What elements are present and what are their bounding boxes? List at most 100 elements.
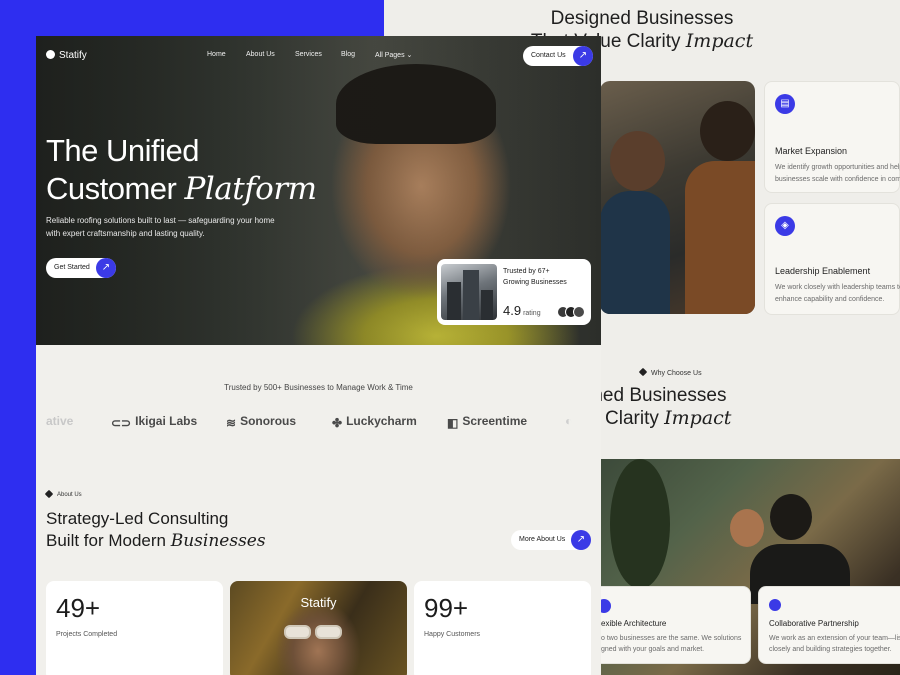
trust-line2: Growing Businesses	[503, 279, 567, 286]
about-us-label: About Us	[57, 492, 82, 498]
photo-card-label: Statify	[300, 595, 337, 610]
rating-label: rating	[523, 310, 541, 317]
brand-logo-ative: ative	[46, 414, 74, 428]
hero-title-line1: The Unified	[46, 133, 200, 168]
stat-value: 49+	[56, 593, 101, 623]
hero-title: The Unified Customer Platform	[46, 132, 317, 208]
layers-icon: ◈	[775, 216, 795, 236]
person-head-1	[610, 131, 665, 191]
top-nav: Statify Home About Us Services Blog All …	[36, 36, 601, 76]
sunglasses-shape	[280, 625, 346, 639]
back-heading-italic: Impact	[685, 30, 754, 52]
front-page: Statify Home About Us Services Blog All …	[36, 36, 601, 675]
brand-logo-sonorous: ≋ Sonorous	[226, 414, 296, 430]
hero-subtitle-line2: with expert craftsmanship and lasting qu…	[46, 229, 205, 238]
trust-line1: Trusted by 67+	[503, 268, 550, 275]
back-heading2-italic: Impact	[664, 407, 732, 429]
service-desc-line2: businesses scale with confidence in comp	[775, 176, 900, 183]
brand-name: Sonorous	[240, 414, 297, 428]
about-us-badge: About Us	[44, 489, 82, 499]
stat-label: Happy Customers	[424, 631, 481, 638]
brand-logo-screentime: ◧ Screentime	[447, 414, 527, 430]
trusted-by-line: Trusted by 500+ Businesses to Manage Wor…	[224, 383, 413, 392]
service-desc-line1: We identify growth opportunities and hel…	[775, 164, 900, 171]
badge-dot-icon	[638, 367, 648, 377]
about-title: Strategy-Led Consulting Built for Modern…	[46, 508, 266, 552]
lens	[284, 625, 311, 639]
building-shape	[463, 270, 479, 320]
buildings-image	[441, 264, 497, 320]
hero-title-line2: Customer Platform	[46, 170, 317, 208]
building-shape	[481, 290, 493, 320]
arrow-up-right-icon[interactable]: ↗	[573, 46, 593, 66]
arrow-up-right-icon[interactable]: ↗	[571, 530, 591, 550]
team-meeting-photo	[600, 81, 755, 314]
logo[interactable]: Statify	[46, 50, 87, 61]
founder-photo-card: Statify	[230, 581, 407, 675]
trust-text: Trusted by 67+ Growing Businesses	[503, 266, 567, 288]
nav-about-us[interactable]: About Us	[246, 51, 275, 58]
service-desc-line1: We work closely with leadership teams to	[775, 284, 900, 291]
about-title-prefix: Built for Modern	[46, 531, 166, 550]
feature-title: Collaborative Partnership	[769, 619, 859, 628]
feature-desc-line2: closely and building strategies together…	[769, 646, 892, 653]
nav-blog[interactable]: Blog	[341, 51, 355, 58]
building-shape	[447, 282, 461, 320]
nav-home[interactable]: Home	[207, 51, 226, 58]
nav-services[interactable]: Services	[295, 51, 322, 58]
brand-name: Luckycharm	[346, 414, 417, 428]
feature-card-architecture[interactable]: exible Architecture o two businesses are…	[590, 586, 751, 664]
feature-card-partnership[interactable]: Collaborative Partnership We work as an …	[758, 586, 900, 664]
service-card-market[interactable]: ▤ Market Expansion We identify growth op…	[764, 81, 900, 193]
nav-all-pages[interactable]: All Pages ⌄	[375, 51, 412, 59]
hero-subtitle-line1: Reliable roofing solutions built to last…	[46, 216, 275, 225]
stat-card-projects: 49+ Projects Completed	[46, 581, 223, 675]
why-choose-label: Why Choose Us	[651, 370, 702, 377]
plant-shape	[610, 459, 670, 589]
circle-icon: ◐	[565, 414, 573, 428]
hero-subtitle: Reliable roofing solutions built to last…	[46, 214, 275, 240]
link-icon: ⊂⊃	[111, 416, 132, 430]
person-body-2	[685, 161, 755, 314]
about-title-italic: Businesses	[170, 531, 266, 551]
person-head-2	[700, 101, 755, 161]
feature-desc-line2: gned with your goals and market.	[601, 646, 705, 653]
clover-icon: ✤	[332, 416, 343, 430]
service-desc-line2: enhance capability and confidence.	[775, 296, 885, 303]
avatar	[573, 306, 585, 318]
lens	[315, 625, 342, 639]
brand-name: Screentime	[462, 414, 528, 428]
hero-portrait-hair	[336, 64, 496, 144]
brand-logo-partial: ◐	[565, 414, 572, 428]
about-title-line1: Strategy-Led Consulting	[46, 509, 229, 528]
about-title-line2: Built for Modern Businesses	[46, 530, 266, 552]
avatar-group	[557, 306, 587, 318]
brand-logo-luckycharm: ✤ Luckycharm	[332, 414, 417, 430]
chevron-down-icon: ⌄	[406, 52, 413, 59]
service-title: Market Expansion	[775, 146, 848, 156]
person-head-4	[770, 494, 812, 540]
stat-value: 99+	[424, 593, 469, 623]
badge-dot-icon	[44, 489, 54, 499]
stat-label: Projects Completed	[56, 631, 118, 638]
wave-icon: ≋	[226, 416, 237, 430]
hero-title-prefix: Customer	[46, 171, 177, 206]
hero-title-italic: Platform	[184, 171, 318, 207]
why-choose-badge: Why Choose Us	[638, 367, 702, 377]
service-card-leadership[interactable]: ◈ Leadership Enablement We work closely …	[764, 203, 900, 315]
brand-name: Ikigai Labs	[135, 414, 198, 428]
logo-text: Statify	[59, 50, 87, 61]
partnership-icon	[769, 599, 781, 611]
rating-value: 4.9	[503, 303, 522, 318]
person-body-1	[600, 191, 670, 314]
logo-icon	[46, 50, 55, 59]
stat-card-customers: 99+ Happy Customers	[414, 581, 591, 675]
rating: 4.9 rating	[503, 303, 541, 318]
nav-all-pages-label: All Pages	[375, 52, 405, 59]
feature-title: exible Architecture	[601, 619, 667, 628]
arrow-up-right-icon[interactable]: ↗	[96, 258, 116, 278]
trust-card: Trusted by 67+ Growing Businesses 4.9 rat…	[437, 259, 591, 325]
person-head-3	[730, 509, 764, 547]
service-title: Leadership Enablement	[775, 266, 871, 276]
screentime-icon: ◧	[447, 416, 459, 430]
